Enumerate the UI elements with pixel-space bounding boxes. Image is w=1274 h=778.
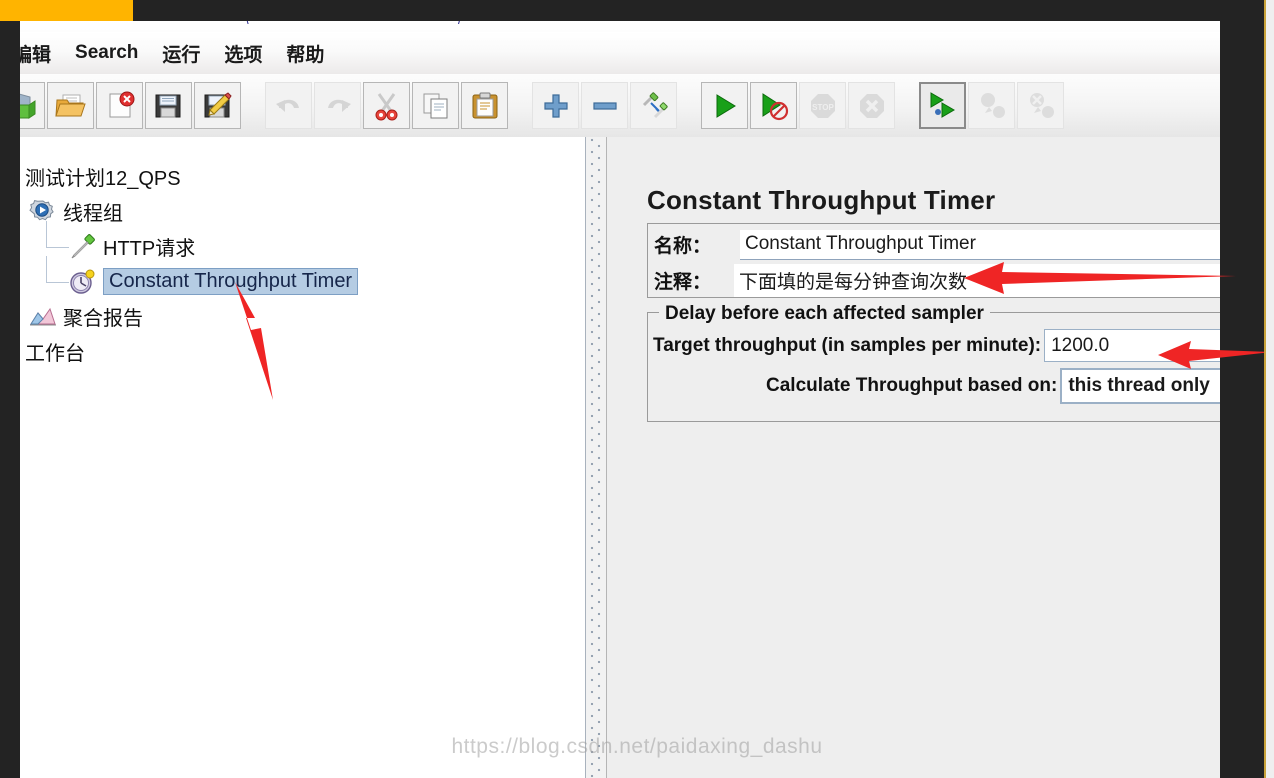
toolbar-redo[interactable] bbox=[314, 82, 361, 129]
toolbar-new[interactable] bbox=[20, 82, 45, 129]
tree-node-http-request[interactable]: HTTP请求 bbox=[20, 221, 585, 264]
paste-clipboard-icon bbox=[469, 91, 501, 121]
toolbar-stop[interactable]: STOP bbox=[799, 82, 846, 129]
screenshot-frame: \ / 编辑 Search 运行 选项 帮助 bbox=[0, 0, 1274, 778]
page-title: Constant Throughput Timer bbox=[647, 185, 996, 215]
crop-border-top bbox=[133, 0, 1264, 21]
top-accent-bar bbox=[0, 0, 133, 21]
menu-options[interactable]: 选项 bbox=[213, 38, 273, 69]
title-fragment-1: \ bbox=[245, 21, 249, 27]
toolbar-expand-all[interactable] bbox=[532, 82, 579, 129]
http-request-icon bbox=[68, 233, 98, 261]
remote-shutdown-all-icon bbox=[1025, 91, 1057, 121]
redo-icon bbox=[322, 92, 354, 120]
remote-start-all-icon bbox=[927, 91, 959, 121]
tool-bar: STOP bbox=[20, 74, 1220, 138]
toolbar-separator-1 bbox=[242, 82, 264, 129]
window-title-strip: \ / bbox=[20, 21, 1220, 32]
toolbar-copy[interactable] bbox=[412, 82, 459, 129]
aggregate-report-icon bbox=[28, 303, 58, 331]
toolbar-separator-4 bbox=[896, 82, 918, 129]
calculate-throughput-label: Calculate Throughput based on: bbox=[766, 375, 1058, 396]
splitter-grip-icon bbox=[589, 137, 603, 778]
name-comment-group: 名称： Constant Throughput Timer 注释： 下面填的是每… bbox=[647, 223, 1220, 298]
cut-scissors-icon bbox=[371, 91, 403, 121]
shutdown-icon bbox=[857, 91, 887, 121]
expand-plus-icon bbox=[541, 91, 571, 121]
toolbar-save-as[interactable] bbox=[194, 82, 241, 129]
jmeter-window: \ / 编辑 Search 运行 选项 帮助 bbox=[20, 21, 1220, 778]
calculate-throughput-row: Calculate Throughput based on: this thre… bbox=[653, 368, 1220, 404]
undo-icon bbox=[273, 92, 305, 120]
name-row: 名称： Constant Throughput Timer bbox=[654, 226, 1220, 263]
toolbar-save[interactable] bbox=[145, 82, 192, 129]
menu-bar: 编辑 Search 运行 选项 帮助 bbox=[20, 32, 1220, 75]
toolbar-open[interactable] bbox=[47, 82, 94, 129]
target-throughput-input[interactable]: 1200.0 bbox=[1044, 329, 1220, 362]
tree-node-test-plan[interactable]: 测试计划12_QPS bbox=[20, 159, 585, 194]
tree-elbow bbox=[46, 221, 69, 248]
tree-elbow bbox=[46, 256, 69, 283]
save-as-icon bbox=[201, 91, 235, 121]
toggle-element-icon bbox=[638, 91, 670, 121]
toolbar-start-no-pauses[interactable] bbox=[750, 82, 797, 129]
copy-icon bbox=[420, 91, 452, 121]
start-no-pauses-icon bbox=[758, 91, 790, 121]
crop-border-left bbox=[0, 0, 20, 778]
close-document-icon bbox=[103, 91, 137, 121]
toolbar-separator-3 bbox=[678, 82, 700, 129]
remote-stop-all-icon bbox=[976, 91, 1008, 121]
target-throughput-label: Target throughput (in samples per minute… bbox=[653, 334, 1042, 356]
test-plan-tree[interactable]: 测试计划12_QPS 线程组 HTTP请求 Constant Throughpu… bbox=[20, 137, 585, 778]
toolbar-undo[interactable] bbox=[265, 82, 312, 129]
delay-group-legend: Delay before each affected sampler bbox=[659, 303, 990, 325]
menu-run[interactable]: 运行 bbox=[151, 38, 211, 69]
title-fragment-2: / bbox=[458, 21, 462, 27]
stop-icon: STOP bbox=[808, 91, 838, 121]
tree-node-workbench[interactable]: 工作台 bbox=[20, 334, 585, 369]
toolbar-remote-shutdown-all[interactable] bbox=[1017, 82, 1064, 129]
tree-node-thread-group[interactable]: 线程组 bbox=[20, 194, 585, 229]
name-label: 名称： bbox=[654, 236, 712, 257]
svg-text:STOP: STOP bbox=[812, 103, 834, 112]
toolbar-collapse-all[interactable] bbox=[581, 82, 628, 129]
toolbar-close[interactable] bbox=[96, 82, 143, 129]
open-folder-icon bbox=[54, 91, 88, 121]
menu-search[interactable]: Search bbox=[64, 40, 149, 66]
toolbar-remote-stop-all[interactable] bbox=[968, 82, 1015, 129]
tree-node-constant-throughput-timer[interactable]: Constant Throughput Timer bbox=[20, 256, 585, 299]
comment-label: 注释： bbox=[654, 272, 712, 293]
watermark-text: https://blog.csdn.net/paidaxing_dashu bbox=[451, 735, 823, 758]
toolbar-shutdown[interactable] bbox=[848, 82, 895, 129]
new-test-plan-icon bbox=[20, 91, 39, 121]
tree-node-aggregate-report[interactable]: 聚合报告 bbox=[20, 299, 585, 334]
watermark: https://blog.csdn.net/paidaxing_dashu bbox=[0, 735, 1274, 759]
toolbar-paste[interactable] bbox=[461, 82, 508, 129]
name-input[interactable]: Constant Throughput Timer bbox=[740, 229, 1220, 260]
save-icon bbox=[152, 91, 186, 121]
menu-edit[interactable]: 编辑 bbox=[20, 38, 62, 69]
toolbar-remote-start-all[interactable] bbox=[919, 82, 966, 129]
toolbar-cut[interactable] bbox=[363, 82, 410, 129]
collapse-minus-icon bbox=[590, 91, 620, 121]
calculate-throughput-select[interactable]: this thread only bbox=[1060, 368, 1220, 404]
target-throughput-row: Target throughput (in samples per minute… bbox=[653, 329, 1220, 362]
comment-input[interactable]: 下面填的是每分钟查询次数 bbox=[734, 264, 1220, 297]
start-play-icon bbox=[710, 91, 740, 121]
toolbar-separator-2 bbox=[509, 82, 531, 129]
element-config-panel: Constant Throughput Timer 名称： Constant T… bbox=[606, 137, 1220, 778]
menu-help[interactable]: 帮助 bbox=[275, 38, 335, 69]
comment-row: 注释： 下面填的是每分钟查询次数 bbox=[654, 262, 1220, 299]
crop-border-right bbox=[1266, 0, 1274, 778]
toolbar-start[interactable] bbox=[701, 82, 748, 129]
pane-splitter[interactable] bbox=[585, 137, 607, 778]
timer-clock-icon bbox=[68, 268, 98, 296]
toolbar-toggle[interactable] bbox=[630, 82, 677, 129]
